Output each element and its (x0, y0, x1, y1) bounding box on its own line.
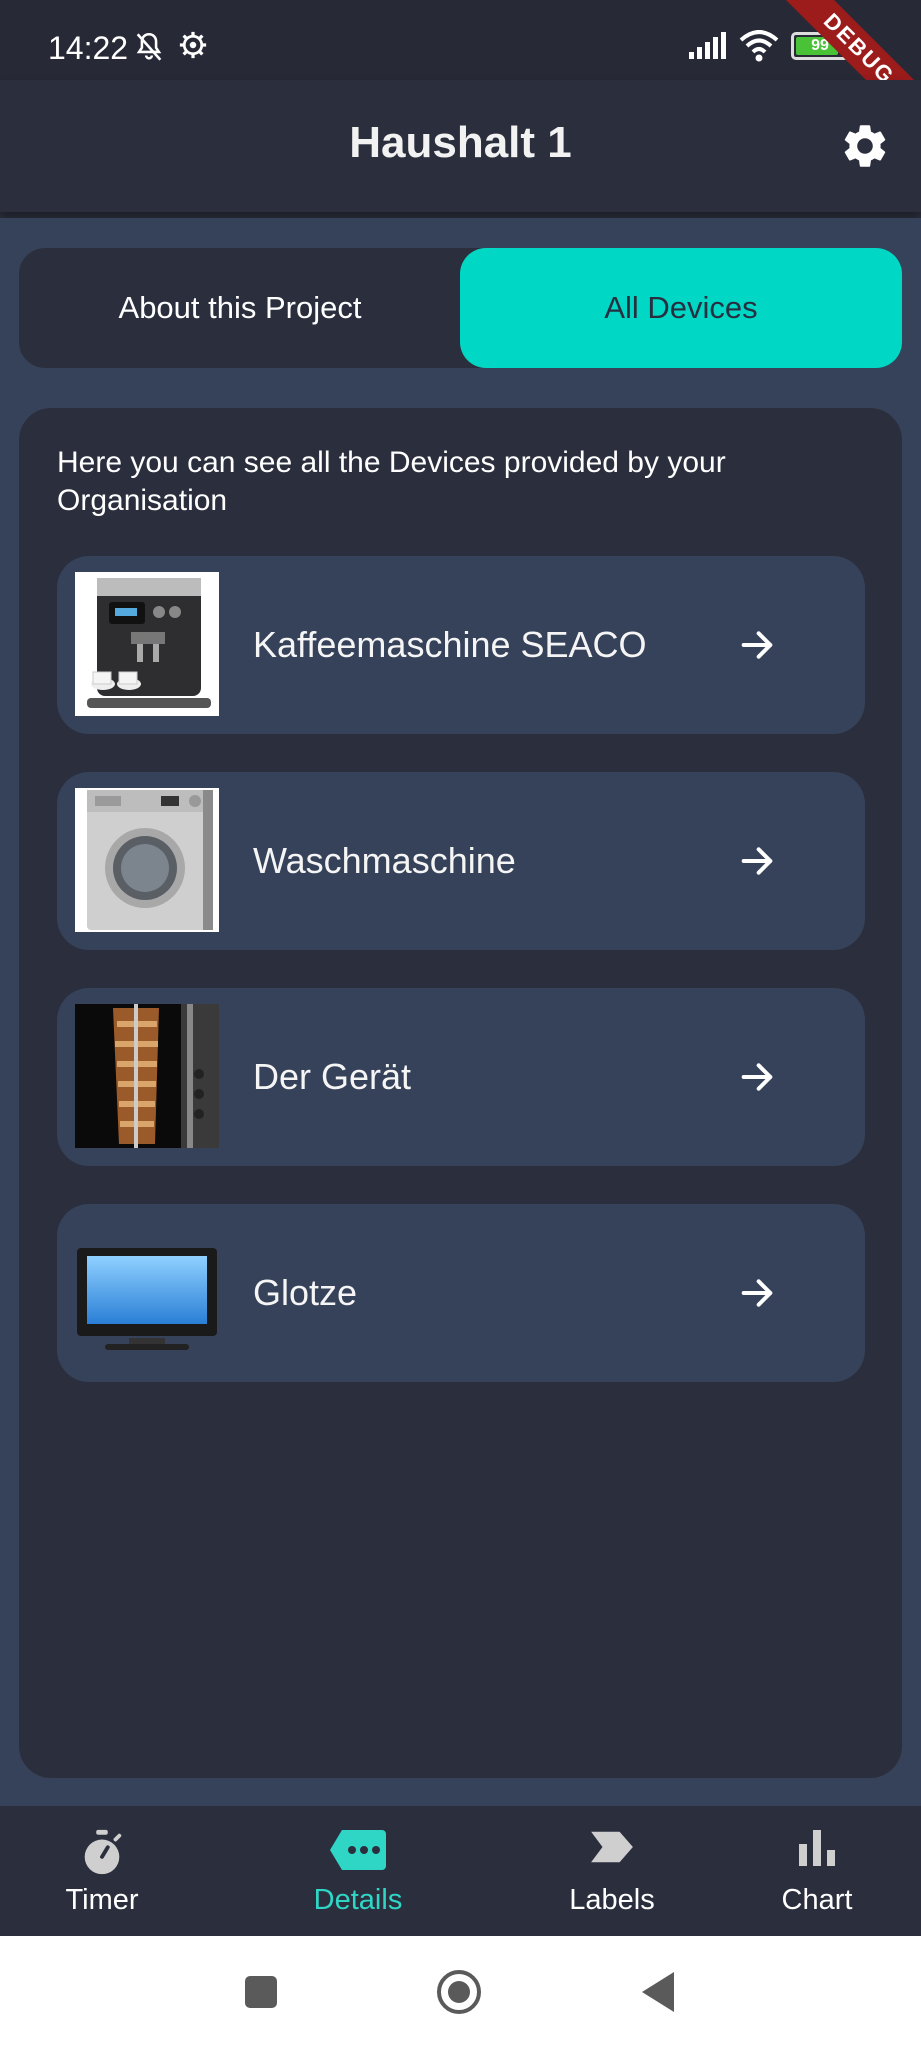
status-time: 14:22 (48, 30, 129, 66)
arrow-right-icon[interactable] (737, 1057, 777, 1097)
recent-apps-button[interactable] (245, 1976, 277, 2008)
page-title: Haushalt 1 (349, 118, 572, 167)
content-area: About this Project All Devices Here you … (0, 218, 921, 1806)
tag-dots-icon (330, 1830, 386, 1870)
device-name: Glotze (253, 1272, 358, 1313)
device-name: Kaffeemaschine SEACO (253, 624, 647, 665)
tab-all-devices[interactable]: All Devices (460, 248, 902, 368)
nav-label: Chart (781, 1884, 853, 1916)
bar-chart-icon (799, 1830, 835, 1866)
label-icon (591, 1831, 633, 1863)
wifi-icon (739, 30, 779, 62)
signal-icon (689, 32, 726, 59)
nav-item-details[interactable]: Details (290, 1806, 426, 1936)
device-name: Der Gerät (253, 1056, 412, 1097)
status-bar: 14:22 99 DEBUG (0, 0, 921, 80)
nav-label: Timer (65, 1884, 139, 1916)
nav-label: Details (313, 1884, 403, 1916)
gear-icon (844, 125, 886, 167)
nav-item-labels[interactable]: Labels (552, 1806, 672, 1936)
device-card[interactable]: Glotze (57, 1204, 865, 1382)
device-card[interactable]: Der Gerät (57, 988, 865, 1166)
arrow-right-icon[interactable] (737, 1273, 777, 1313)
tab-about-project[interactable]: About this Project (19, 248, 461, 368)
intro-text: Here you can see all the Devices provide… (57, 446, 726, 517)
nav-item-chart[interactable]: Chart (760, 1806, 874, 1936)
device-card[interactable]: Waschmaschine (57, 772, 865, 950)
settings-status-icon (179, 31, 207, 59)
nav-label: Labels (569, 1884, 655, 1916)
doner-grill-image (75, 1004, 219, 1148)
status-icons-left (132, 30, 208, 64)
bottom-navigation: Timer Details Labels Chart (0, 1806, 921, 1936)
system-navigation-bar (0, 1936, 921, 2048)
settings-button[interactable] (839, 120, 891, 172)
back-button[interactable] (640, 1970, 676, 2014)
home-button[interactable] (436, 1969, 482, 2015)
stopwatch-icon (84, 1829, 122, 1875)
segmented-control: About this Project All Devices (19, 248, 902, 368)
device-card[interactable]: Kaffeemaschine SEACO (57, 556, 865, 734)
devices-panel: Here you can see all the Devices provide… (19, 408, 902, 1778)
app-bar: Haushalt 1 (0, 80, 921, 212)
device-name: Waschmaschine (253, 840, 516, 881)
nav-item-timer[interactable]: Timer (40, 1806, 164, 1936)
arrow-right-icon[interactable] (737, 841, 777, 881)
bell-muted-icon (136, 32, 162, 61)
television-image (77, 1248, 217, 1350)
arrow-right-icon[interactable] (737, 625, 777, 665)
coffee-machine-image (75, 572, 219, 716)
washing-machine-image (75, 788, 219, 932)
